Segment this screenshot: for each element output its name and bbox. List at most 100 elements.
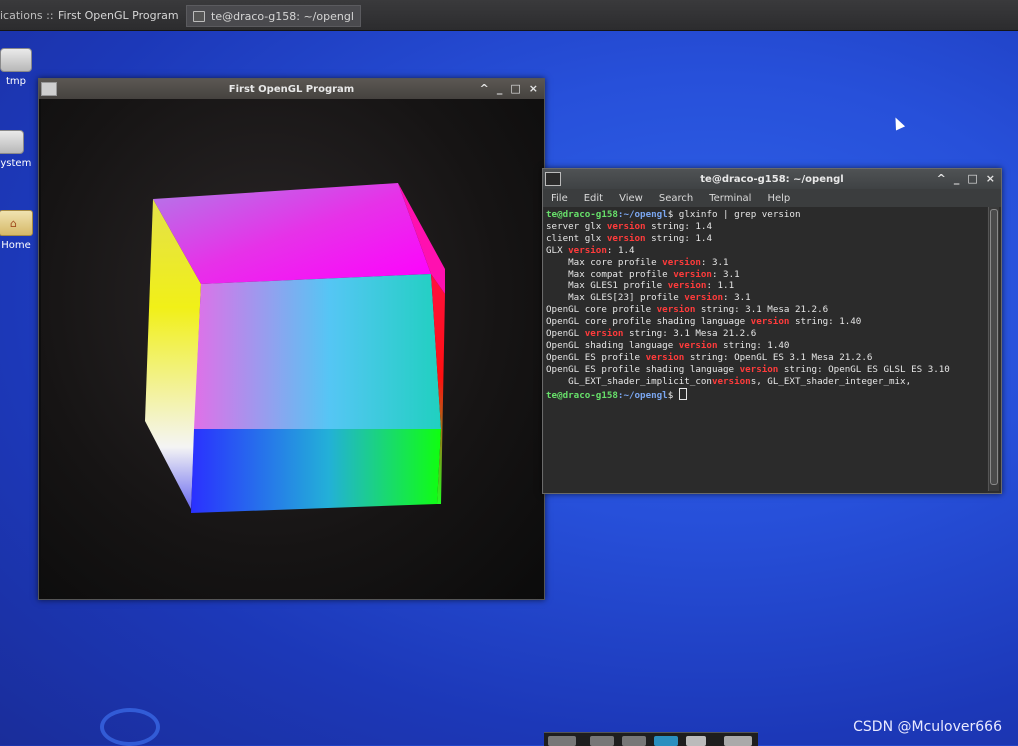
output-line: OpenGL shading language version string: … — [546, 340, 987, 352]
maximize-button[interactable]: □ — [967, 172, 977, 185]
close-button[interactable]: × — [986, 172, 995, 185]
menu-file[interactable]: File — [551, 193, 568, 204]
highlight-match: version — [606, 220, 646, 232]
minimize-button[interactable]: _ — [954, 172, 960, 185]
opengl-window-titlebar[interactable]: First OpenGL Program ^ _ □ × — [39, 79, 544, 99]
output-text: : 1.1 — [706, 280, 735, 292]
highlight-match: version — [711, 375, 751, 387]
close-button[interactable]: × — [529, 82, 538, 95]
menu-edit[interactable]: Edit — [584, 193, 603, 204]
output-line: Max compat profile version: 3.1 — [546, 269, 987, 281]
output-text: string: 1.40 — [717, 339, 790, 351]
output-line: GLX version: 1.4 — [546, 245, 987, 257]
output-line: OpenGL core profile version string: 3.1 … — [546, 304, 987, 316]
home-folder-icon: ⌂ — [0, 210, 33, 236]
output-text: OpenGL shading language — [546, 339, 679, 351]
command-text: $ glxinfo | grep version — [667, 209, 801, 220]
output-text: string: 1.4 — [645, 220, 712, 232]
highlight-match: version — [684, 292, 724, 304]
output-lines: server glx version string: 1.4 client glx… — [546, 221, 987, 388]
output-text: : 1.4 — [606, 244, 635, 256]
prompt-user: te@draco-g158 — [546, 209, 618, 220]
output-text: string: 3.1 Mesa 21.2.6 — [695, 304, 829, 316]
output-text: : 3.1 — [723, 292, 751, 304]
minimize-button[interactable]: _ — [497, 82, 503, 95]
output-text: string: 3.1 Mesa 21.2.6 — [623, 328, 757, 340]
output-text: Max compat profile — [546, 268, 674, 280]
output-text: Max GLES[23] profile — [546, 292, 685, 304]
top-panel: ications :: First OpenGL Program te@drac… — [0, 0, 1018, 31]
output-line: OpenGL ES profile shading language versi… — [546, 364, 987, 376]
mouse-pointer-icon — [890, 115, 906, 131]
highlight-match: version — [568, 244, 607, 256]
shade-button[interactable]: ^ — [480, 82, 489, 95]
task-terminal[interactable]: te@draco-g158: ~/opengl — [186, 5, 361, 27]
output-line: server glx version string: 1.4 — [546, 221, 987, 233]
menu-help[interactable]: Help — [767, 193, 790, 204]
command-line: te@draco-g158:~/opengl$ glxinfo | grep v… — [546, 209, 987, 221]
applications-menu[interactable]: ications :: — [0, 9, 54, 22]
opengl-render-area[interactable] — [41, 99, 544, 599]
highlight-match: version — [667, 280, 707, 292]
output-text: : 3.1 — [700, 256, 729, 268]
drive-icon — [0, 48, 32, 72]
highlight-match: version — [645, 351, 685, 363]
output-text: OpenGL — [546, 328, 585, 340]
shade-button[interactable]: ^ — [937, 172, 946, 185]
rgb-cube-render — [145, 183, 445, 513]
output-text: GLX — [546, 244, 569, 256]
desktop-icon-filesystem[interactable]: e System — [0, 130, 38, 169]
prompt-user: te@draco-g158 — [546, 389, 618, 401]
menu-view[interactable]: View — [619, 193, 643, 204]
terminal-output[interactable]: te@draco-g158:~/opengl$ glxinfo | grep v… — [544, 207, 987, 493]
opengl-window[interactable]: First OpenGL Program ^ _ □ × — [38, 78, 545, 600]
prompt-path: :~/opengl — [617, 209, 668, 220]
highlight-match: version — [739, 363, 779, 375]
bottom-dock — [544, 732, 758, 746]
watermark: CSDN @Mculover666 — [853, 719, 1002, 735]
highlight-match: version — [662, 256, 701, 268]
highlight-match: version — [750, 316, 790, 328]
output-text: string: 1.40 — [789, 316, 862, 328]
terminal-icon — [193, 10, 205, 22]
output-line: GL_EXT_shader_implicit_conversions, GL_E… — [546, 376, 987, 388]
output-text: GL_EXT_shader_implicit_con — [546, 375, 712, 387]
prompt-suffix: $ — [667, 389, 679, 401]
terminal-menubar: File Edit View Search Terminal Help — [543, 189, 1001, 207]
text-cursor — [678, 387, 687, 400]
output-text: Max GLES1 profile — [546, 280, 668, 292]
output-line: OpenGL core profile shading language ver… — [546, 316, 987, 328]
terminal-window[interactable]: te@draco-g158: ~/opengl ^ _ □ × File Edi… — [542, 168, 1002, 494]
output-line: OpenGL ES profile version string: OpenGL… — [546, 352, 987, 364]
output-text: OpenGL core profile shading language — [546, 316, 751, 328]
output-line: Max core profile version: 3.1 — [546, 257, 987, 269]
menu-terminal[interactable]: Terminal — [709, 193, 751, 204]
desktop-icon-label: e System — [0, 158, 32, 169]
opengl-window-title: First OpenGL Program — [228, 84, 355, 95]
prompt-path: :~/opengl — [617, 389, 668, 401]
highlight-match: version — [678, 339, 718, 351]
output-text: OpenGL core profile — [546, 304, 657, 316]
output-text: : 3.1 — [711, 268, 740, 280]
output-line: OpenGL version string: 3.1 Mesa 21.2.6 — [546, 328, 987, 340]
terminal-title: te@draco-g158: ~/opengl — [700, 174, 844, 185]
highlight-match: version — [673, 268, 712, 280]
output-line: Max GLES1 profile version: 1.1 — [546, 280, 987, 292]
output-text: OpenGL ES profile shading language — [546, 363, 740, 375]
highlight-match: version — [606, 232, 646, 244]
output-text: string: OpenGL ES GLSL ES 3.10 — [778, 363, 950, 375]
final-prompt-line: te@draco-g158:~/opengl$ — [546, 387, 987, 402]
output-text: string: OpenGL ES 3.1 Mesa 21.2.6 — [684, 351, 873, 363]
output-text: OpenGL ES profile — [546, 351, 646, 363]
menu-search[interactable]: Search — [659, 193, 693, 204]
terminal-scrollbar[interactable] — [988, 207, 999, 491]
output-text: s, GL_EXT_shader_integer_mix, — [750, 375, 912, 387]
output-text: string: 1.4 — [645, 232, 712, 244]
terminal-titlebar[interactable]: te@draco-g158: ~/opengl ^ _ □ × — [543, 169, 1001, 189]
output-text: Max core profile — [546, 256, 663, 268]
scrollbar-thumb[interactable] — [990, 209, 998, 485]
desktop-logo-swirl — [100, 708, 160, 746]
maximize-button[interactable]: □ — [510, 82, 520, 95]
output-text: server glx — [546, 220, 607, 232]
task-first-opengl-program[interactable]: First OpenGL Program — [52, 5, 185, 25]
